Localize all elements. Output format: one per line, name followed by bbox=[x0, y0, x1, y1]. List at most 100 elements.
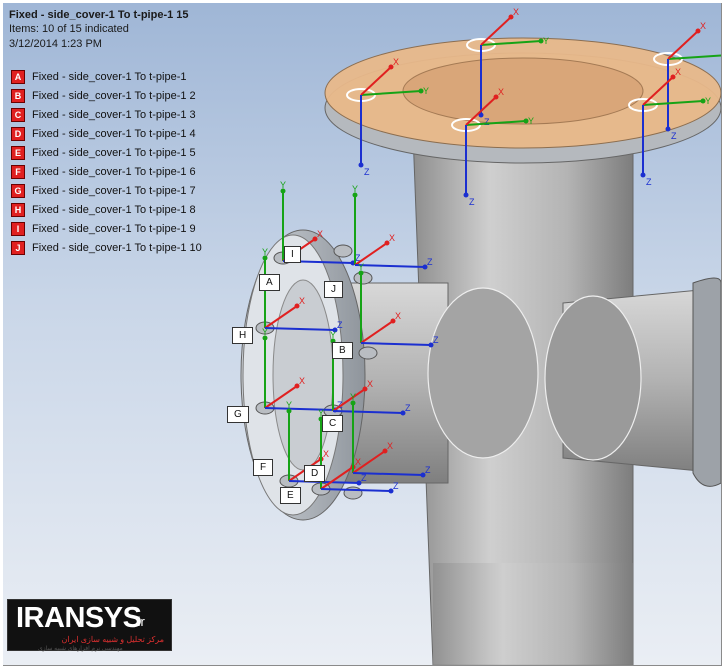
legend-label: Fixed - side_cover-1 To t-pipe-1 7 bbox=[32, 184, 196, 197]
z-axis-label: Z bbox=[337, 320, 343, 330]
legend-item[interactable]: C Fixed - side_cover-1 To t-pipe-1 3 bbox=[11, 105, 202, 124]
legend-label: Fixed - side_cover-1 To t-pipe-1 5 bbox=[32, 146, 196, 159]
callout-b[interactable]: B bbox=[332, 342, 353, 359]
legend-item[interactable]: G Fixed - side_cover-1 To t-pipe-1 7 bbox=[11, 181, 202, 200]
callout-f[interactable]: F bbox=[253, 459, 274, 476]
y-axis-label: Y bbox=[543, 36, 549, 46]
y-axis-label: Y bbox=[350, 392, 356, 402]
x-axis-label: X bbox=[387, 441, 393, 451]
result-title: Fixed - side_cover-1 To t-pipe-1 15 bbox=[9, 9, 189, 21]
y-axis-label: Y bbox=[423, 86, 429, 96]
legend-badge: I bbox=[11, 221, 25, 236]
items-indicated: Items: 10 of 15 indicated bbox=[9, 23, 129, 35]
z-axis-label: Z bbox=[427, 257, 433, 267]
legend-label: Fixed - side_cover-1 To t-pipe-1 2 bbox=[32, 89, 196, 102]
left-intersection bbox=[427, 287, 539, 459]
z-axis-arrow-head bbox=[358, 162, 364, 168]
logo-subtext: مهندسی نرم افزارهای شبیه سازی bbox=[38, 646, 123, 652]
x-axis-label: X bbox=[389, 233, 395, 243]
legend-badge: H bbox=[11, 202, 25, 217]
x-axis-label: X bbox=[299, 296, 305, 306]
side-cover-inner bbox=[272, 279, 334, 471]
legend-label: Fixed - side_cover-1 To t-pipe-1 8 bbox=[32, 203, 196, 216]
x-axis-label: X bbox=[323, 449, 329, 459]
callout-g[interactable]: G bbox=[227, 406, 249, 423]
x-axis-label: X bbox=[498, 87, 504, 97]
logo-tagline: مرکز تحلیل و شبیه سازی ایران bbox=[61, 635, 164, 644]
callout-e[interactable]: E bbox=[280, 487, 301, 504]
x-axis-label: X bbox=[393, 57, 399, 67]
legend-item[interactable]: F Fixed - side_cover-1 To t-pipe-1 6 bbox=[11, 162, 202, 181]
x-axis-label: X bbox=[367, 379, 373, 389]
legend-badge: G bbox=[11, 183, 25, 198]
y-axis-label: Y bbox=[358, 262, 364, 272]
legend-label: Fixed - side_cover-1 To t-pipe-1 10 bbox=[32, 241, 202, 254]
z-axis-arrow-head bbox=[640, 172, 646, 178]
y-axis-label: Y bbox=[330, 330, 336, 340]
y-axis-label: Y bbox=[528, 116, 534, 126]
legend-label: Fixed - side_cover-1 To t-pipe-1 4 bbox=[32, 127, 196, 140]
x-axis-label: X bbox=[317, 229, 323, 239]
callout-a[interactable]: A bbox=[259, 274, 280, 291]
legend-badge: B bbox=[11, 88, 25, 103]
legend-label: Fixed - side_cover-1 To t-pipe-1 9 bbox=[32, 222, 196, 235]
z-axis-label: Z bbox=[484, 117, 490, 127]
legend: A Fixed - side_cover-1 To t-pipe-1 B Fixed… bbox=[11, 67, 202, 257]
x-axis-label: X bbox=[395, 311, 401, 321]
top-flange-inner bbox=[402, 57, 644, 125]
z-axis-label: Z bbox=[469, 197, 475, 207]
z-axis-label: Z bbox=[646, 177, 652, 187]
x-axis-label: X bbox=[700, 21, 706, 31]
y-axis-label: Y bbox=[262, 247, 268, 257]
legend-label: Fixed - side_cover-1 To t-pipe-1 3 bbox=[32, 108, 196, 121]
legend-item[interactable]: D Fixed - side_cover-1 To t-pipe-1 4 bbox=[11, 124, 202, 143]
z-axis-label: Z bbox=[671, 131, 677, 141]
callout-j[interactable]: J bbox=[324, 281, 343, 298]
callout-d[interactable]: D bbox=[304, 465, 326, 482]
legend-item[interactable]: I Fixed - side_cover-1 To t-pipe-1 9 bbox=[11, 219, 202, 238]
y-axis-label: Y bbox=[352, 184, 358, 194]
z-axis-label: Z bbox=[433, 335, 439, 345]
legend-badge: D bbox=[11, 126, 25, 141]
y-axis-label: Y bbox=[262, 327, 268, 337]
z-axis-label: Z bbox=[393, 481, 399, 491]
z-axis-label: Z bbox=[364, 167, 370, 177]
legend-item[interactable]: E Fixed - side_cover-1 To t-pipe-1 5 bbox=[11, 143, 202, 162]
legend-badge: E bbox=[11, 145, 25, 160]
logo-text: IRANSYS bbox=[16, 602, 142, 634]
right-intersection bbox=[544, 295, 642, 461]
z-axis-arrow-head bbox=[665, 126, 671, 132]
z-axis-arrow bbox=[354, 264, 426, 268]
right-flange bbox=[692, 277, 721, 487]
callout-i[interactable]: I bbox=[284, 246, 301, 263]
graphics-viewport[interactable]: YXZYXZYXZYXZYXZYXZYXZYXZYXZYXZYXZYXZYXZY… bbox=[3, 3, 722, 666]
legend-badge: F bbox=[11, 164, 25, 179]
y-axis-arrow bbox=[667, 54, 721, 60]
x-axis-arrow bbox=[667, 30, 699, 60]
main-pipe-lower bbox=[433, 563, 633, 665]
legend-item[interactable]: B Fixed - side_cover-1 To t-pipe-1 2 bbox=[11, 86, 202, 105]
y-axis-label: Y bbox=[280, 180, 286, 190]
timestamp: 3/12/2014 1:23 PM bbox=[9, 38, 102, 50]
y-axis-label: Y bbox=[705, 96, 711, 106]
logo-suffix: .ir bbox=[134, 614, 145, 629]
legend-badge: J bbox=[11, 240, 25, 255]
z-axis-label: Z bbox=[361, 473, 367, 483]
z-axis-arrow-head bbox=[463, 192, 469, 198]
z-axis-label: Z bbox=[425, 465, 431, 475]
x-axis-label: X bbox=[513, 7, 519, 17]
legend-item[interactable]: H Fixed - side_cover-1 To t-pipe-1 8 bbox=[11, 200, 202, 219]
legend-item[interactable]: A Fixed - side_cover-1 To t-pipe-1 bbox=[11, 67, 202, 86]
y-axis-label: Y bbox=[286, 400, 292, 410]
x-axis-label: X bbox=[355, 457, 361, 467]
legend-label: Fixed - side_cover-1 To t-pipe-1 bbox=[32, 70, 187, 83]
legend-badge: C bbox=[11, 107, 25, 122]
legend-item[interactable]: J Fixed - side_cover-1 To t-pipe-1 10 bbox=[11, 238, 202, 257]
legend-badge: A bbox=[11, 69, 25, 84]
iransys-logo: IRANSYS .ir مرکز تحلیل و شبیه سازی ایران… bbox=[7, 599, 172, 652]
z-axis-label: Z bbox=[405, 403, 411, 413]
x-axis-label: X bbox=[299, 376, 305, 386]
callout-c[interactable]: C bbox=[322, 415, 344, 432]
x-axis-label: X bbox=[675, 67, 681, 77]
callout-h[interactable]: H bbox=[232, 327, 254, 344]
